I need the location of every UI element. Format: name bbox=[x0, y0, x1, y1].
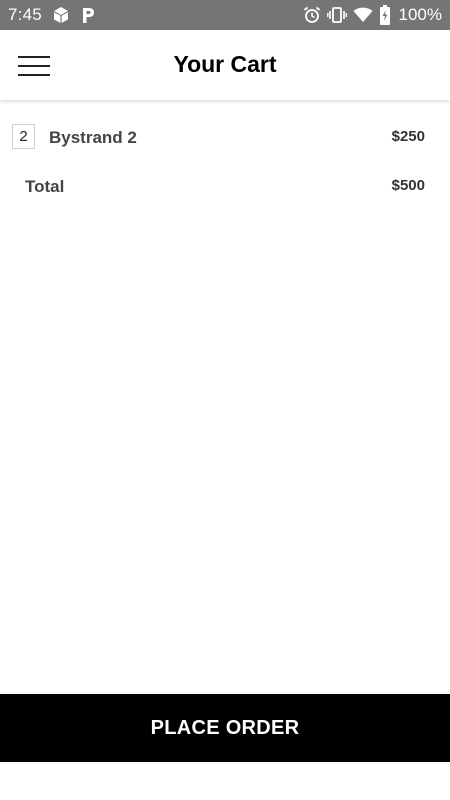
app-bar: Your Cart bbox=[0, 30, 450, 100]
total-label: Total bbox=[25, 177, 65, 196]
wifi-icon bbox=[353, 7, 373, 23]
total-value: $500 bbox=[391, 177, 425, 194]
status-right: 100% bbox=[303, 5, 442, 25]
place-order-button[interactable]: PLACE ORDER bbox=[0, 694, 450, 762]
status-left: 7:45 bbox=[8, 5, 96, 25]
box-icon bbox=[52, 6, 70, 24]
vibrate-icon bbox=[326, 6, 347, 24]
battery-percent: 100% bbox=[398, 5, 442, 24]
item-price: $250 bbox=[391, 128, 425, 145]
status-time: 7:45 bbox=[8, 5, 42, 24]
alarm-icon bbox=[303, 6, 321, 24]
total-row: Total $500 bbox=[0, 172, 450, 202]
quantity-box[interactable]: 2 bbox=[12, 124, 35, 149]
status-bar: 7:45 100% bbox=[0, 0, 450, 30]
item-name: Bystrand 2 bbox=[49, 128, 137, 147]
parking-p-icon bbox=[80, 6, 96, 24]
page-title: Your Cart bbox=[173, 51, 277, 77]
cart-line-item: 2 Bystrand 2 $250 bbox=[0, 122, 450, 152]
battery-charging-icon bbox=[379, 5, 391, 25]
